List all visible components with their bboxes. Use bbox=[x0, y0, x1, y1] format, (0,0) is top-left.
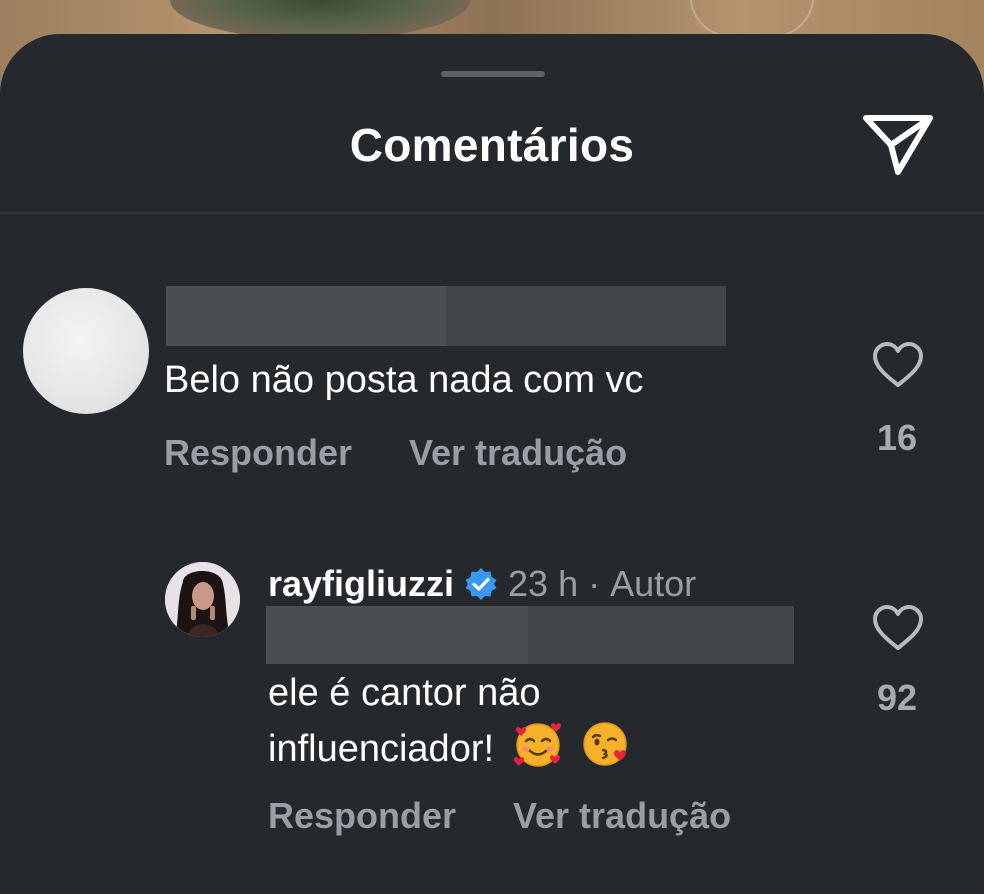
like-count: 16 bbox=[876, 417, 918, 458]
share-button[interactable] bbox=[860, 110, 936, 180]
comment-text-line-2-text: influenciador! bbox=[268, 728, 495, 770]
smiling-face-with-hearts-icon bbox=[513, 723, 561, 767]
comment-text-line-1: ele é cantor não bbox=[268, 672, 541, 714]
avatar[interactable] bbox=[165, 562, 240, 637]
translate-button[interactable]: Ver tradução bbox=[513, 795, 731, 837]
page-title: Comentários bbox=[349, 119, 635, 171]
comment-text: Belo não posta nada com vc bbox=[164, 359, 644, 401]
drag-handle[interactable] bbox=[441, 71, 545, 77]
reply-button[interactable]: Responder bbox=[164, 432, 352, 474]
comment-time: 23 h bbox=[508, 563, 579, 604]
heart-icon[interactable] bbox=[872, 341, 924, 389]
redacted-username bbox=[166, 286, 726, 346]
avatar[interactable] bbox=[23, 288, 149, 414]
like-count: 92 bbox=[876, 677, 918, 718]
heart-icon[interactable] bbox=[872, 604, 924, 652]
comment-text-line-2: influenciador! bbox=[268, 719, 631, 772]
author-tag: Autor bbox=[610, 563, 697, 604]
header-divider bbox=[0, 212, 984, 214]
redacted-mention bbox=[266, 606, 794, 664]
reply-button[interactable]: Responder bbox=[268, 795, 456, 837]
author-photo bbox=[165, 562, 240, 637]
translate-button[interactable]: Ver tradução bbox=[409, 432, 627, 474]
author-username[interactable]: rayfigliuzzi bbox=[268, 563, 454, 605]
author-line: rayfigliuzzi 23 h · Autor bbox=[268, 562, 696, 606]
verified-badge-icon bbox=[465, 568, 497, 600]
paper-plane-icon bbox=[863, 115, 933, 175]
face-blowing-a-kiss-icon bbox=[583, 722, 627, 766]
meta-separator: · bbox=[588, 563, 601, 604]
